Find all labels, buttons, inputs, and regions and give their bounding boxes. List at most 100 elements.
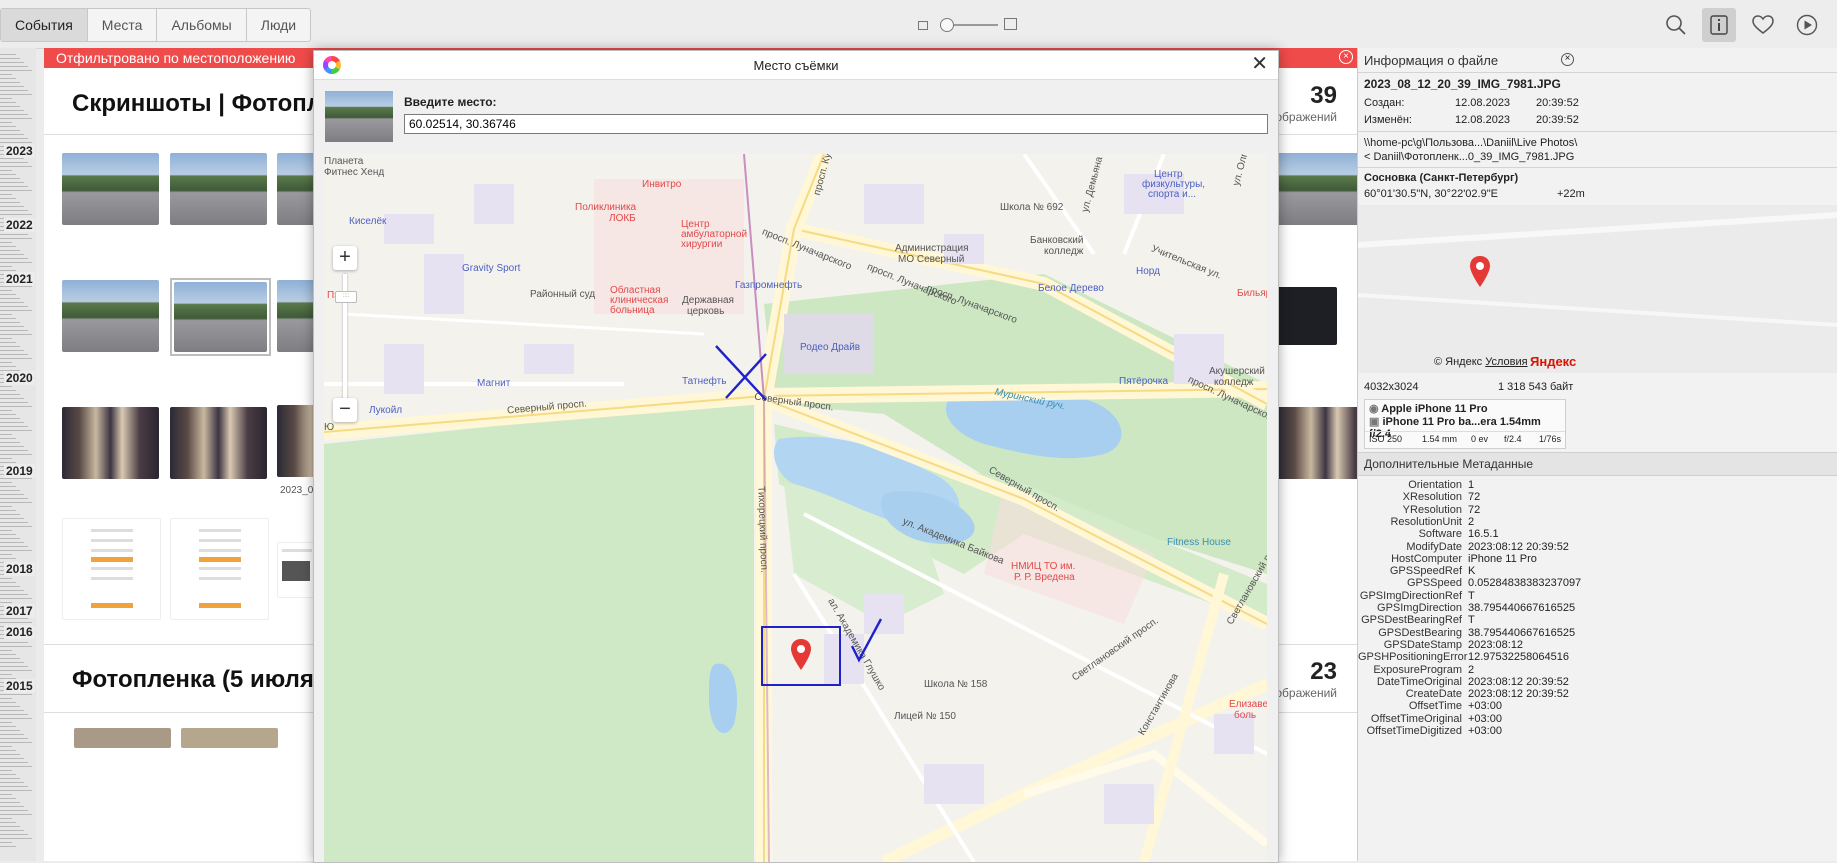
year-label[interactable]: 2016 xyxy=(4,625,35,639)
year-label[interactable]: 2021 xyxy=(4,272,35,286)
timeline-tick xyxy=(0,458,12,459)
metadata-key: YResolution xyxy=(1402,503,1462,516)
photo-thumbnail[interactable] xyxy=(1277,153,1357,225)
file-name: 2023_08_12_20_39_IMG_7981.JPG xyxy=(1364,77,1561,91)
timeline-tick xyxy=(0,102,16,103)
map-label: Державная xyxy=(682,295,734,306)
file-path-line2[interactable]: < Daniil\Фотопленк...0_39_IMG_7981.JPG xyxy=(1364,151,1574,163)
tab-albums[interactable]: Альбомы xyxy=(157,9,247,41)
metadata-key: ModifyDate xyxy=(1406,540,1462,553)
tab-places[interactable]: Места xyxy=(88,9,158,41)
file-path-line1[interactable]: \\home-pc\g\Пользова...\Daniil\Live Phot… xyxy=(1364,137,1577,149)
map-view[interactable]: Планета Фитнес Хенд Инвитро Поликлиника … xyxy=(324,154,1267,862)
tab-people[interactable]: Люди xyxy=(247,9,310,41)
thumbnail-size-slider[interactable] xyxy=(918,16,1018,32)
close-panel-icon[interactable]: × xyxy=(1561,53,1574,66)
timeline-tick xyxy=(0,586,20,587)
metadata-row: GPSImgDirection 38.795440667616525 xyxy=(1358,602,1837,614)
aperture: f/2.4 xyxy=(1504,434,1522,444)
timeline-tick xyxy=(0,90,28,91)
metadata-row: GPSSpeedRef K xyxy=(1358,565,1837,577)
photo-thumbnail[interactable] xyxy=(170,153,267,225)
timeline-tick xyxy=(0,498,28,499)
divider xyxy=(1358,72,1837,73)
timeline-tick xyxy=(0,246,16,247)
year-label[interactable]: 2022 xyxy=(4,218,35,232)
map-label: Акушерский xyxy=(1209,366,1265,377)
favorite-button[interactable] xyxy=(1746,8,1780,42)
map-label: Норд xyxy=(1136,266,1160,277)
timeline-scrollbar[interactable]: 2023 2022 2021 2020 2019 2018 2017 2016 … xyxy=(0,48,36,861)
timeline-tick xyxy=(0,798,16,799)
timeline-tick xyxy=(0,538,20,539)
selected-photo-thumbnail[interactable] xyxy=(170,278,271,356)
photo-thumbnail[interactable] xyxy=(170,407,267,479)
map-terms-link[interactable]: Условия xyxy=(1485,356,1527,368)
slider-knob[interactable] xyxy=(940,18,954,32)
photo-thumbnail[interactable] xyxy=(62,280,159,352)
map-label: колледж xyxy=(1044,246,1084,257)
metadata-key: ExposureProgram xyxy=(1373,663,1462,676)
timeline-tick xyxy=(0,346,20,347)
timeline-tick xyxy=(0,546,28,547)
timeline-tick xyxy=(0,846,16,847)
timeline-tick xyxy=(0,622,32,623)
timeline-tick xyxy=(0,830,24,831)
timeline-tick xyxy=(0,490,20,491)
year-label[interactable]: 2017 xyxy=(4,604,35,618)
timeline-tick xyxy=(0,310,32,311)
clear-filter-icon[interactable]: × xyxy=(1339,50,1353,64)
map-label: ЛОКБ xyxy=(609,213,636,224)
tab-events[interactable]: События xyxy=(1,9,88,41)
timeline-tick xyxy=(0,62,24,63)
mini-map[interactable]: © Яндекс Условия Яндекс xyxy=(1358,205,1837,373)
map-label: Поликлиника xyxy=(575,202,637,213)
location-pin-icon xyxy=(1470,256,1490,287)
timeline-tick xyxy=(0,642,28,643)
photo-thumbnail[interactable] xyxy=(174,282,267,352)
timeline-tick xyxy=(0,802,20,803)
map-zoom-in-button[interactable]: + xyxy=(333,246,357,270)
timeline-tick xyxy=(0,262,32,263)
timeline-tick xyxy=(0,430,32,431)
close-dialog-button[interactable]: ✕ xyxy=(1251,54,1268,74)
year-label[interactable]: 2020 xyxy=(4,371,35,385)
year-label[interactable]: 2018 xyxy=(4,562,35,576)
photo-thumbnail[interactable] xyxy=(1277,407,1357,479)
file-info-panel: Информация о файле × 2023_08_12_20_39_IM… xyxy=(1357,48,1837,861)
map-zoom-out-button[interactable]: − xyxy=(333,398,357,422)
photo-thumbnail[interactable] xyxy=(62,153,159,225)
map-label: Фитнес Хенд xyxy=(324,167,385,178)
year-label[interactable]: 2015 xyxy=(4,679,35,693)
metadata-key: CreateDate xyxy=(1405,688,1462,701)
timeline-tick xyxy=(0,710,24,711)
timeline-tick xyxy=(0,754,20,755)
metadata-section-header[interactable]: Дополнительные Метаданные xyxy=(1358,452,1837,476)
timeline-tick xyxy=(0,110,24,111)
location-dialog: Место съёмки ✕ Введите место: 60.02514, … xyxy=(313,50,1279,863)
year-label[interactable]: 2023 xyxy=(4,144,35,158)
map-label: Лицей № 150 xyxy=(894,711,956,722)
map-label: Районный суд xyxy=(530,289,596,300)
photo-thumbnail[interactable] xyxy=(181,728,278,748)
metadata-row: ResolutionUnit 2 xyxy=(1358,516,1837,528)
location-input[interactable] xyxy=(404,114,1268,134)
map-label: Планета xyxy=(324,156,364,167)
metadata-value: iPhone 11 Pro xyxy=(1468,552,1537,565)
map-zoom-knob[interactable]: :::: xyxy=(335,290,357,303)
timeline-tick xyxy=(0,738,28,739)
photo-thumbnail[interactable] xyxy=(62,518,161,620)
metadata-value: 2023:08:12 xyxy=(1468,638,1524,651)
location-pin-icon[interactable] xyxy=(789,638,813,672)
photo-thumbnail[interactable] xyxy=(74,728,171,748)
info-button[interactable] xyxy=(1702,8,1736,42)
year-label[interactable]: 2019 xyxy=(4,464,35,478)
metadata-row: GPSDestBearing 38.795440667616525 xyxy=(1358,627,1837,639)
photo-thumbnail[interactable] xyxy=(62,407,159,479)
timeline-tick xyxy=(0,114,28,115)
slideshow-button[interactable] xyxy=(1790,8,1824,42)
search-button[interactable] xyxy=(1659,8,1693,42)
map-label: Gravity Sport xyxy=(462,263,521,274)
photo-thumbnail[interactable] xyxy=(170,518,269,620)
photo-thumbnail[interactable] xyxy=(1277,287,1337,345)
